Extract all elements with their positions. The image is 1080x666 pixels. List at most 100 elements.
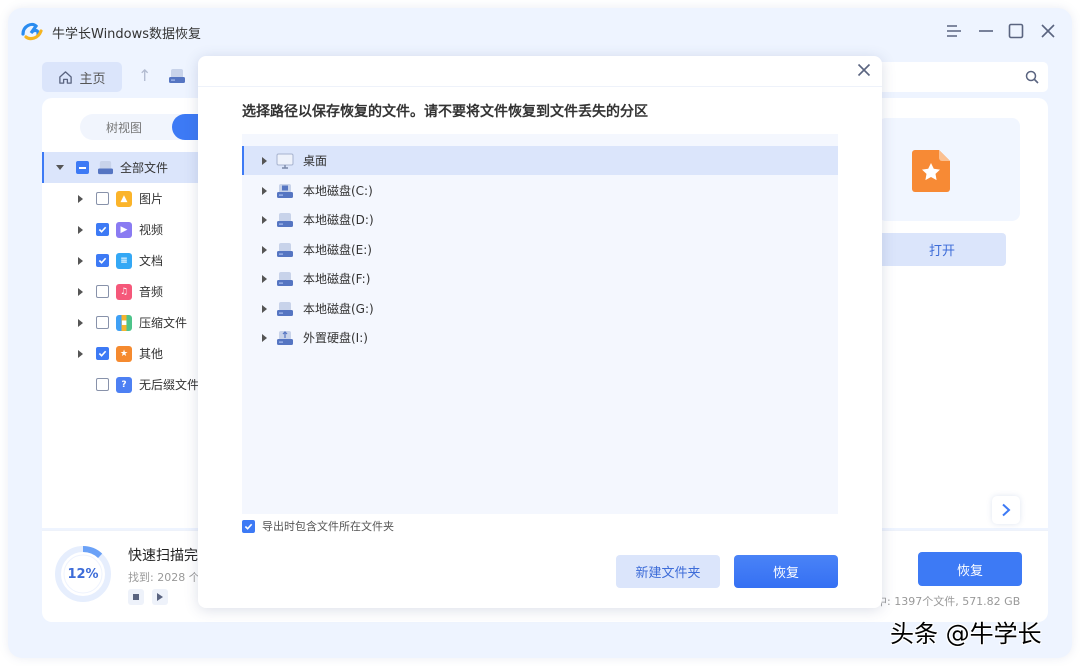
folder-label: 本地磁盘(F:)	[303, 272, 371, 286]
folder-item-drive-e[interactable]: 本地磁盘(E:)	[242, 235, 838, 264]
drive-icon	[98, 160, 113, 175]
selected-summary: 中: 1397个文件, 571.82 GB	[876, 595, 1021, 608]
tree-item-all-files[interactable]: 全部文件	[42, 152, 222, 183]
expand-arrow-icon[interactable]	[262, 274, 267, 283]
divider	[198, 86, 882, 87]
category-panel: 树视图 全部文件 ▲ 图片 ▶ 视频 ≡ 文档 ♫ 音频 ▪ 压缩文件 ★ 其他…	[42, 98, 232, 528]
tree-item-videos[interactable]: ▶ 视频	[42, 214, 222, 245]
up-arrow-icon[interactable]: ↑	[138, 66, 151, 85]
expand-arrow-icon[interactable]	[262, 215, 267, 224]
document-file-icon: ≡	[116, 252, 132, 269]
app-title: 牛学长Windows数据恢复	[52, 27, 202, 42]
expand-arrow-icon[interactable]	[78, 287, 83, 296]
folder-label: 本地磁盘(D:)	[303, 213, 374, 227]
stop-icon	[133, 594, 139, 600]
resume-button[interactable]	[152, 589, 168, 605]
unknown-file-icon: ?	[116, 376, 132, 393]
tree-item-archives[interactable]: ▪ 压缩文件	[42, 307, 222, 338]
tree-item-images[interactable]: ▲ 图片	[42, 183, 222, 214]
minimize-icon	[979, 30, 993, 32]
folder-label: 桌面	[303, 154, 328, 168]
tree-item-label: 音频	[139, 285, 164, 299]
menu-icon	[947, 25, 961, 37]
expand-arrow-icon[interactable]	[78, 349, 83, 358]
scan-status-title: 快速扫描完	[128, 548, 198, 564]
checkbox-checked[interactable]	[96, 223, 109, 236]
home-label: 主页	[79, 71, 106, 87]
folder-item-drive-d[interactable]: 本地磁盘(D:)	[242, 205, 838, 234]
folder-item-desktop[interactable]: 桌面	[242, 146, 838, 175]
collapse-arrow-icon[interactable]	[56, 165, 64, 170]
tree-view-tab[interactable]: 树视图	[106, 119, 142, 136]
play-icon	[157, 593, 163, 601]
tree-item-label: 全部文件	[120, 161, 169, 175]
check-icon	[98, 257, 107, 264]
close-button[interactable]	[1038, 21, 1058, 41]
check-icon	[98, 226, 107, 233]
home-button[interactable]: 主页	[42, 62, 122, 92]
checkbox[interactable]	[96, 192, 109, 205]
tree-item-label: 图片	[139, 192, 164, 206]
folder-item-external-i[interactable]: 外置硬盘(I:)	[242, 323, 838, 352]
archive-file-icon: ▪	[116, 314, 132, 331]
expand-arrow-icon[interactable]	[262, 186, 267, 195]
maximize-icon	[1008, 23, 1024, 39]
audio-file-icon: ♫	[116, 283, 132, 300]
expand-arrow-icon[interactable]	[78, 194, 83, 203]
chevron-right-icon	[1002, 503, 1011, 517]
image-file-icon: ▲	[116, 190, 132, 207]
tree-item-documents[interactable]: ≡ 文档	[42, 245, 222, 276]
app-logo-icon	[21, 22, 43, 41]
include-folder-checkbox[interactable]	[242, 519, 255, 533]
expand-arrow-icon[interactable]	[78, 225, 83, 234]
menu-button[interactable]	[944, 21, 964, 41]
preview-panel: 打开	[878, 98, 1048, 528]
folder-tree: 桌面 本地磁盘(C:) 本地磁盘(D:) 本地磁盘(E:) 本地磁盘(F:) 本…	[242, 134, 838, 514]
expand-arrow-icon[interactable]	[262, 304, 267, 313]
checkbox-checked[interactable]	[96, 254, 109, 267]
expand-arrow-icon[interactable]	[262, 333, 267, 342]
desktop-icon	[276, 153, 294, 169]
progress-percent: 12%	[67, 566, 99, 582]
tree-item-audio[interactable]: ♫ 音频	[42, 276, 222, 307]
tree-item-label: 文档	[139, 254, 164, 268]
check-icon	[244, 523, 253, 530]
folder-item-drive-c[interactable]: 本地磁盘(C:)	[242, 176, 838, 205]
maximize-button[interactable]	[1006, 21, 1026, 41]
dialog-title: 选择路径以保存恢复的文件。请不要将文件恢复到文件丢失的分区	[242, 104, 648, 120]
video-file-icon: ▶	[116, 221, 132, 238]
tree-item-other[interactable]: ★ 其他	[42, 338, 222, 369]
expand-arrow-icon[interactable]	[262, 245, 267, 254]
folder-label: 外置硬盘(I:)	[303, 331, 368, 345]
dialog-close-button[interactable]	[854, 60, 874, 80]
open-button[interactable]: 打开	[878, 233, 1006, 266]
tree-item-no-extension[interactable]: ? 无后缀文件	[42, 369, 222, 400]
checkbox-checked[interactable]	[96, 347, 109, 360]
stop-button[interactable]	[128, 589, 144, 605]
folder-label: 本地磁盘(G:)	[303, 302, 374, 316]
new-folder-button[interactable]: 新建文件夹	[616, 555, 720, 588]
dialog-recover-button[interactable]: 恢复	[734, 555, 838, 588]
folder-item-drive-f[interactable]: 本地磁盘(F:)	[242, 264, 838, 293]
other-file-preview-icon	[912, 150, 950, 192]
checkbox[interactable]	[96, 378, 109, 391]
include-folder-option[interactable]: 导出时包含文件所在文件夹	[242, 518, 394, 534]
expand-arrow-icon[interactable]	[78, 256, 83, 265]
minimize-button[interactable]	[976, 21, 996, 41]
save-location-dialog: 选择路径以保存恢复的文件。请不要将文件恢复到文件丢失的分区 桌面 本地磁盘(C:…	[198, 56, 882, 608]
folder-item-drive-g[interactable]: 本地磁盘(G:)	[242, 294, 838, 323]
search-icon[interactable]	[1024, 69, 1040, 85]
checkbox[interactable]	[96, 285, 109, 298]
checkbox[interactable]	[96, 316, 109, 329]
expand-arrow-icon[interactable]	[78, 318, 83, 327]
watermark: 头条 @牛学长	[890, 620, 1042, 648]
found-count: 找到: 2028 个	[128, 571, 200, 584]
title-bar: 牛学长Windows数据恢复	[8, 8, 1072, 54]
search-input[interactable]	[858, 62, 1048, 92]
checkbox-partial[interactable]	[76, 161, 89, 174]
close-icon	[1041, 24, 1055, 38]
next-button[interactable]	[992, 496, 1020, 524]
recover-button[interactable]: 恢复	[918, 552, 1022, 586]
expand-arrow-icon[interactable]	[262, 156, 267, 165]
folder-label: 本地磁盘(C:)	[303, 184, 373, 198]
